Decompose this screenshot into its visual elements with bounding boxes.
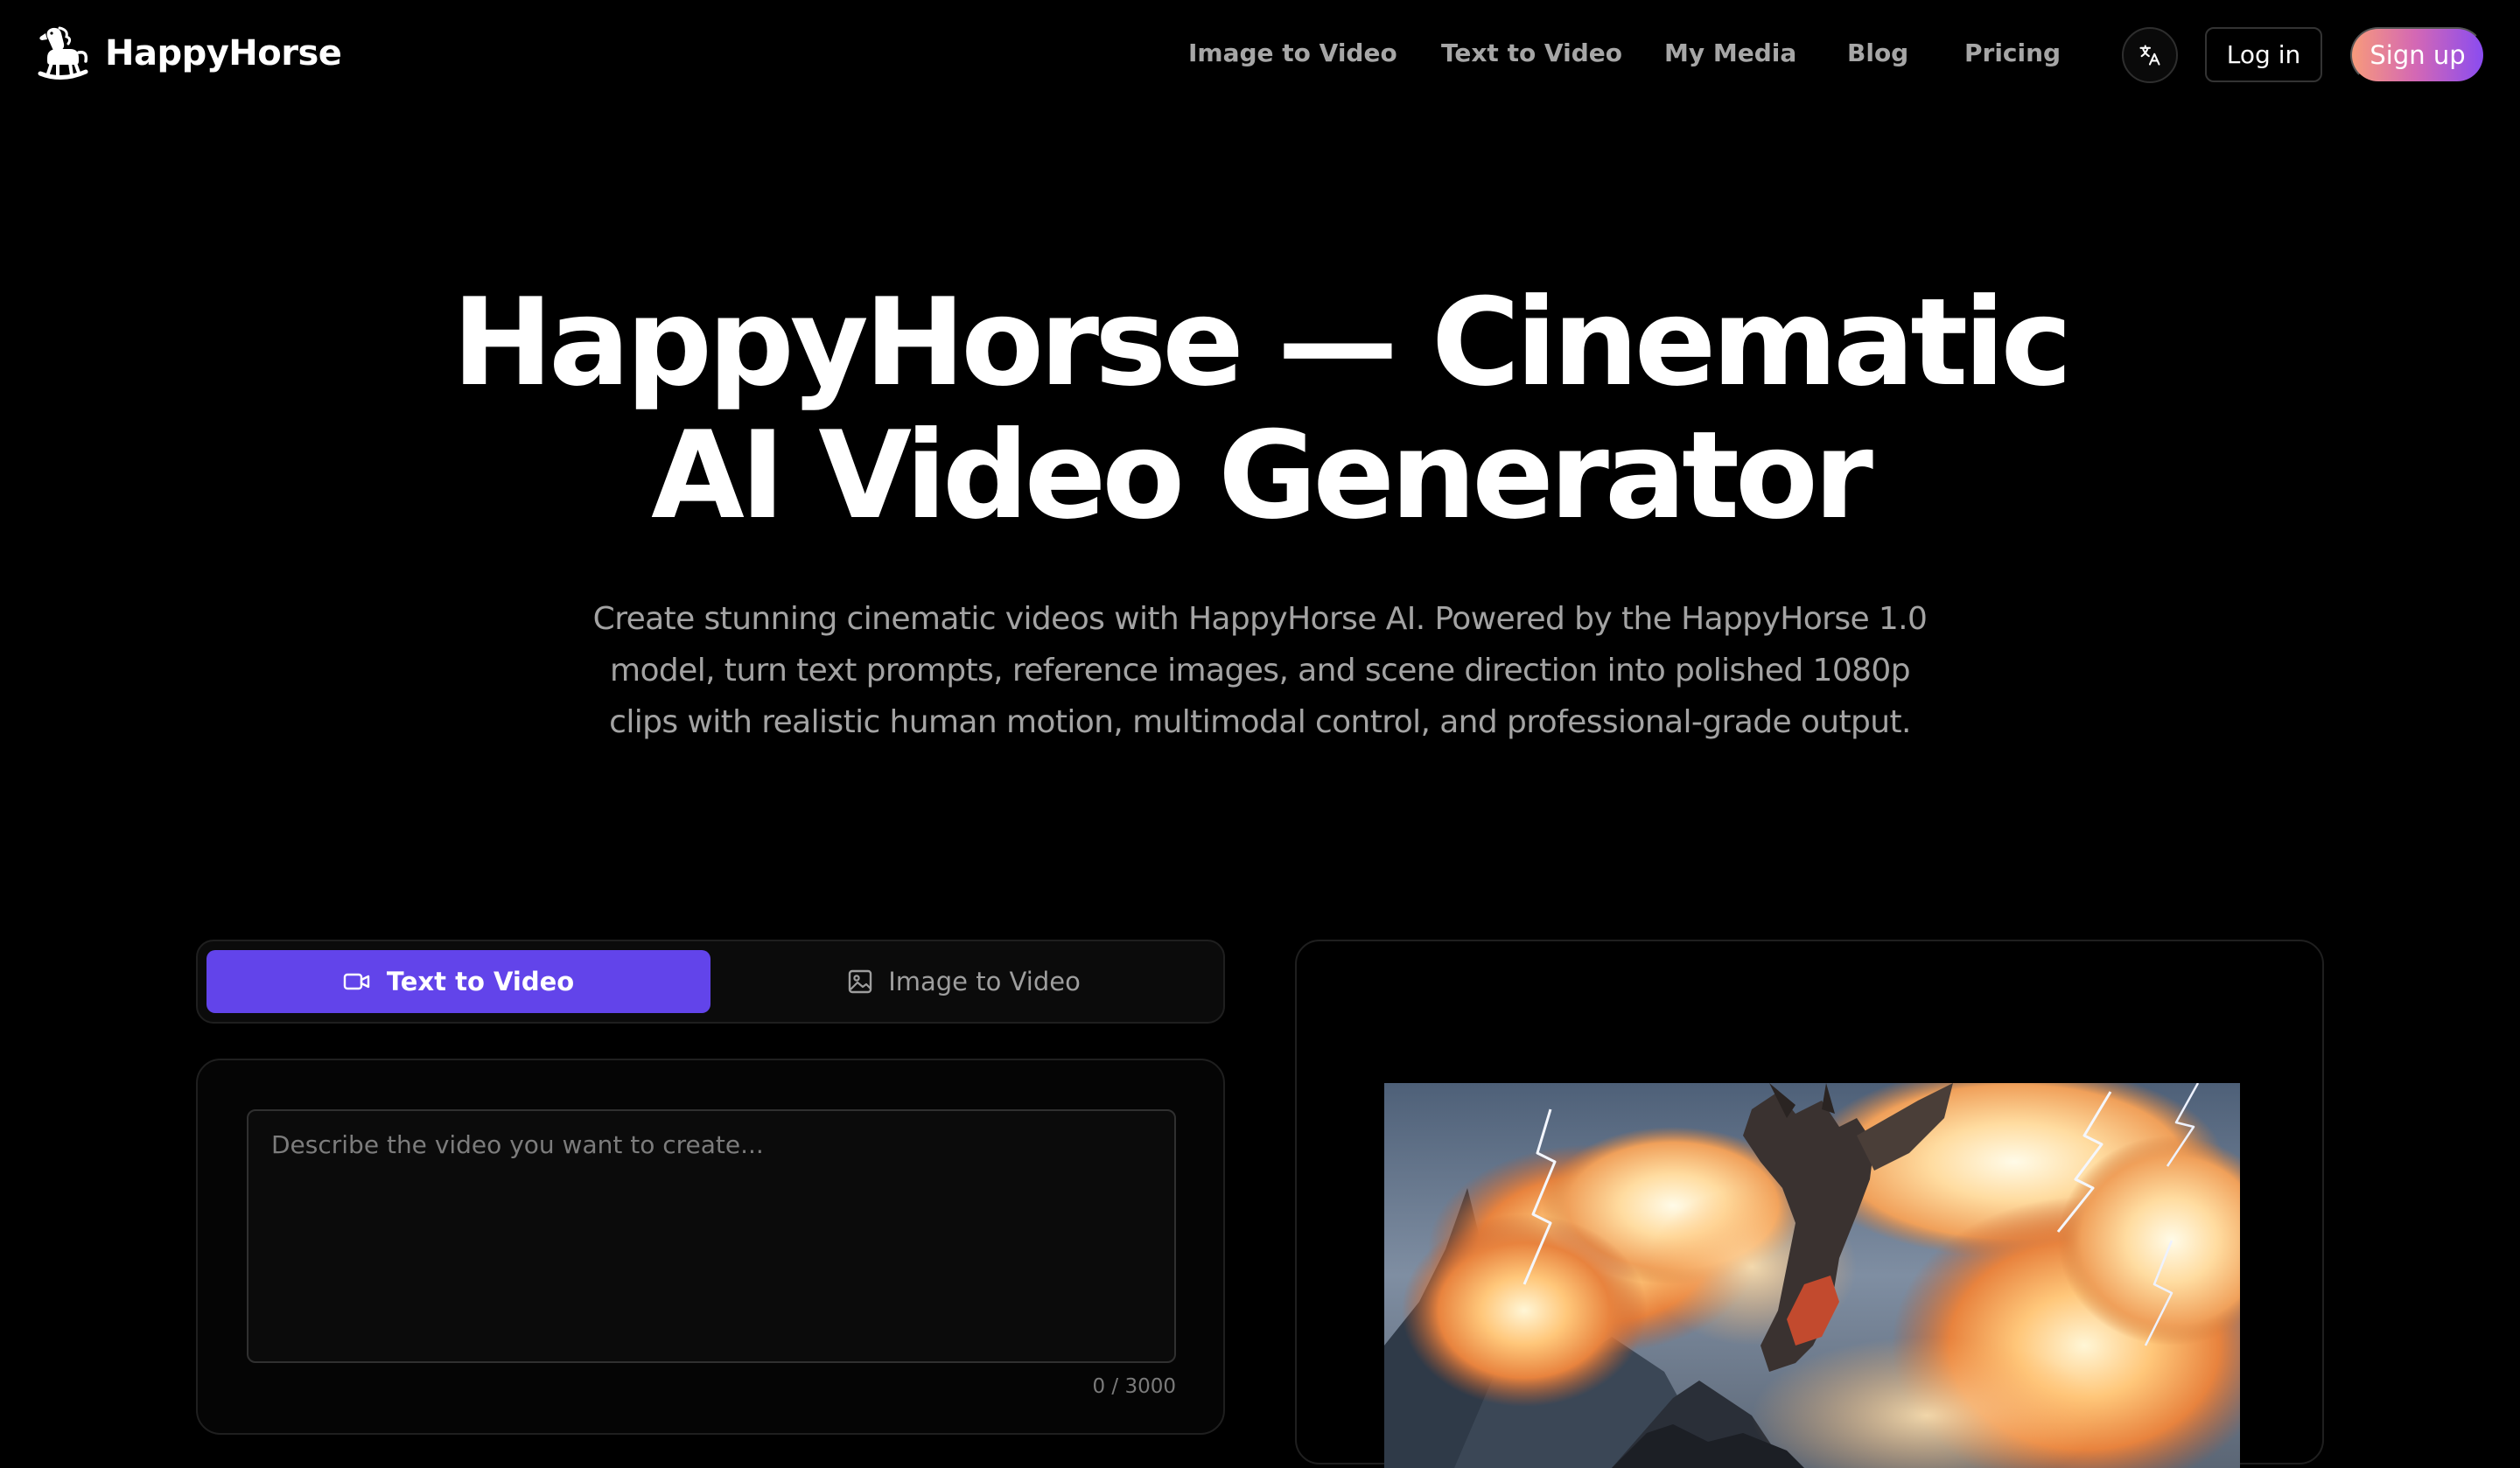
dragon-preview-image [1384,1083,2240,1468]
nav-my-media[interactable]: My Media [1664,30,1796,77]
login-button[interactable]: Log in [2205,27,2322,82]
image-icon [848,969,872,994]
video-camera-icon [343,973,370,990]
translate-icon [2139,45,2160,66]
nav-text-to-video[interactable]: Text to Video [1441,30,1622,77]
site-header: HappyHorse Image to Video Text to Video … [0,0,2520,108]
tab-image-to-video[interactable]: Image to Video [712,950,1216,1013]
nav-blog[interactable]: Blog [1847,30,1908,77]
hero-title-line-2: AI Video Generator [651,405,1873,546]
signup-button[interactable]: Sign up [2350,27,2485,83]
character-counter: 0 / 3000 [1092,1375,1176,1398]
nav-image-to-video[interactable]: Image to Video [1188,30,1397,77]
preview-video[interactable] [1384,1083,2240,1468]
language-button[interactable] [2122,27,2178,83]
prompt-panel: 0 / 3000 [196,1059,1225,1435]
preview-panel [1295,940,2324,1468]
hero-title: HappyHorse — Cinematic AI Video Generato… [0,276,2520,542]
nav-pricing[interactable]: Pricing [1964,30,2061,77]
tab-text-to-video[interactable]: Text to Video [206,950,710,1013]
tab-image-to-video-label: Image to Video [888,967,1081,996]
hero-title-line-1: HappyHorse — Cinematic [452,272,2073,413]
generator-mode-tabs: Text to Video Image to Video [196,940,1225,1024]
tab-text-to-video-label: Text to Video [386,967,575,996]
prompt-input[interactable] [247,1109,1176,1363]
hero-subtitle: Create stunning cinematic videos with Ha… [592,601,1928,740]
